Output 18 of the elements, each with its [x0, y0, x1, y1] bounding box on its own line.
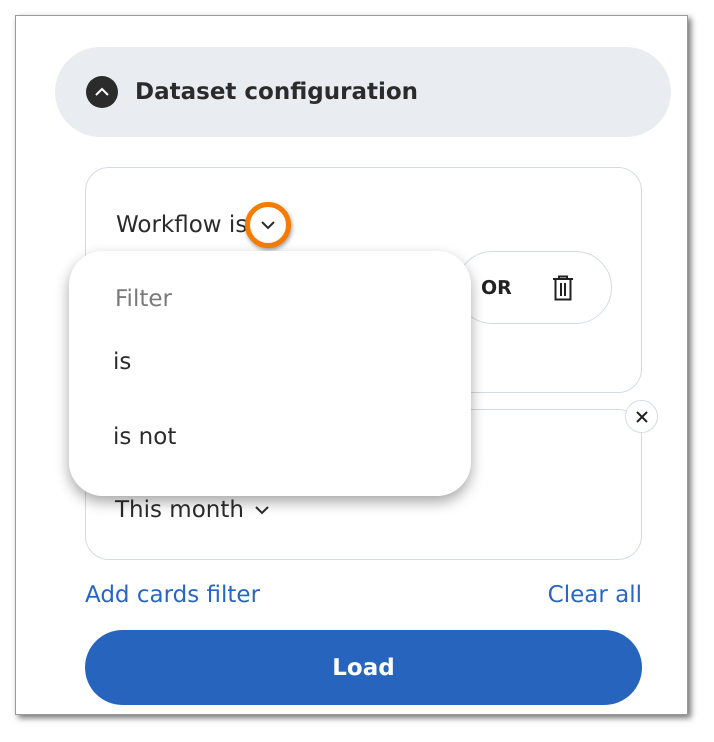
date-dropdown[interactable]: This month — [115, 497, 270, 523]
dropdown-button[interactable] — [245, 202, 292, 248]
trash-icon[interactable] — [552, 274, 574, 300]
dropdown-option[interactable]: is — [69, 325, 471, 400]
section-header[interactable]: Dataset configuration — [55, 47, 671, 137]
dropdown-option[interactable]: is not — [69, 400, 471, 475]
filter-field[interactable]: Filter — [113, 273, 433, 325]
collapse-button[interactable] — [86, 76, 118, 108]
text-link[interactable]: Clear all — [548, 582, 642, 608]
close-icon — [636, 410, 648, 422]
chevron-up-icon — [94, 87, 110, 97]
section-title: Dataset configuration — [135, 79, 418, 105]
chevron-down-icon — [254, 505, 270, 515]
close-button[interactable] — [625, 400, 658, 433]
text-link[interactable]: Add cards filter — [85, 582, 260, 608]
chevron-down-icon — [260, 220, 276, 230]
load-button[interactable]: Load — [85, 630, 642, 705]
or-button[interactable]: OR — [481, 276, 512, 298]
